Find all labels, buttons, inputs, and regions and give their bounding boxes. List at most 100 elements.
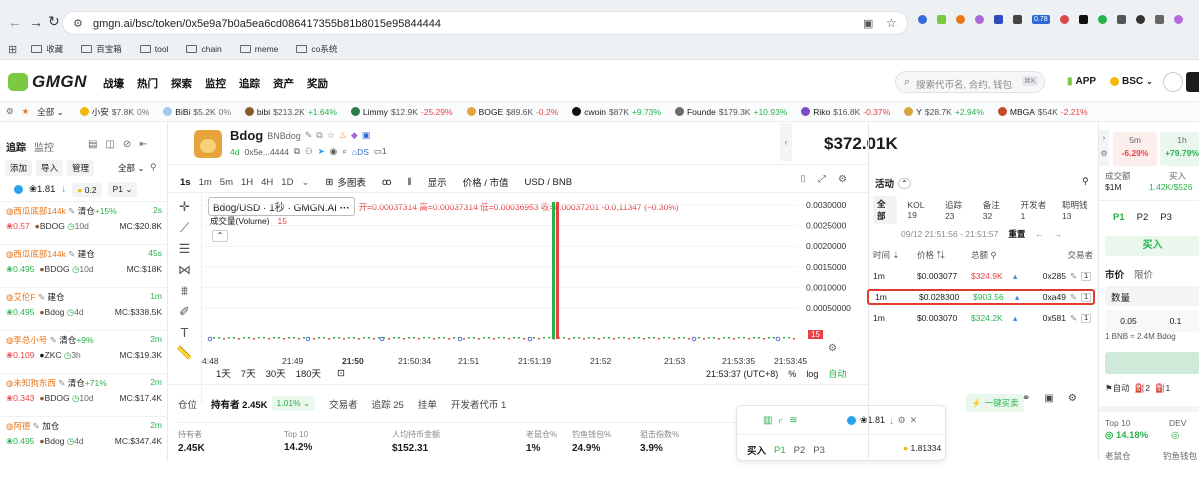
tab-holders[interactable]: 持有者 2.45K <box>211 397 268 411</box>
nav-item[interactable]: 追踪 <box>239 76 260 91</box>
feed-token[interactable]: BDOG <box>45 393 70 403</box>
extension-icon[interactable] <box>1097 15 1107 24</box>
change-1h[interactable]: 1h +79.79% <box>1160 132 1199 166</box>
profile-avatar[interactable] <box>1173 15 1183 24</box>
ticker-filter[interactable]: 全部 ⌄ <box>37 106 64 118</box>
activity-tab[interactable]: 聪明钱 13 <box>1062 199 1098 221</box>
auto-setting[interactable]: ⚑自动 <box>1105 382 1130 394</box>
extension-icon[interactable] <box>1154 15 1164 24</box>
settings-icon[interactable]: ⚙ <box>6 106 14 117</box>
site-info-icon[interactable]: ⚙ <box>73 17 83 30</box>
preset-p1[interactable]: P1 <box>1113 212 1125 223</box>
reload-icon[interactable]: ↻ <box>48 13 60 30</box>
price-mcap-toggle[interactable]: 价格 / 市值 <box>463 175 509 189</box>
trade-marker[interactable] <box>207 336 213 342</box>
trade-marker[interactable] <box>379 336 385 342</box>
ticker-item[interactable]: Y $28.7K +2.94% <box>904 107 984 117</box>
token-avatar[interactable] <box>194 130 222 158</box>
arrow-left-icon[interactable]: ← <box>1035 229 1044 239</box>
token-address[interactable]: 0x5e...4444 <box>244 147 288 157</box>
chevron-down-icon[interactable]: ⌄ <box>301 177 309 188</box>
collapse-icon[interactable]: ⇤ <box>139 139 147 150</box>
buy-tab[interactable]: 买入 <box>1105 236 1199 256</box>
feed-item[interactable]: ◍西瓜底部144k ✎ 清仓+15% 2s ❀0.57 ●BDOG ◷10d MC:$2… <box>0 201 168 244</box>
feed-token[interactable]: BDOG <box>45 264 70 274</box>
holders-icon[interactable]: ▭1 <box>374 146 387 157</box>
market-tab[interactable]: 市价 <box>1105 267 1124 281</box>
col-price[interactable]: 价格 ⇅ <box>917 249 971 261</box>
ticker-item[interactable]: Founde $179.3K +10.93% <box>674 107 787 117</box>
address-bar[interactable]: ⚙ gmgn.ai/bsc/token/0x5e9a7b0a5ea6cd0864… <box>62 11 908 35</box>
chart-icon[interactable]: ▥ <box>763 415 772 426</box>
ticker-item[interactable]: bibi $213.2K +1.64% <box>244 107 337 117</box>
extension-icon[interactable] <box>937 15 946 24</box>
change-5m[interactable]: 5m -6.29% <box>1113 132 1157 166</box>
edit-icon[interactable]: ✎ <box>1070 313 1077 324</box>
activity-tab[interactable]: KOL 19 <box>907 200 935 220</box>
activity-tab[interactable]: 追踪 23 <box>945 199 973 221</box>
feed-token[interactable]: Bdog <box>45 307 65 317</box>
copy-icon[interactable]: ⧉ <box>316 130 322 141</box>
edit-icon[interactable]: ✎ <box>1070 271 1077 282</box>
tab-orders[interactable]: 挂单 <box>418 397 437 411</box>
settings-icon[interactable]: ⚙ <box>828 343 837 354</box>
logo[interactable]: GMGN <box>8 72 87 92</box>
edit-icon[interactable]: ✎ <box>47 335 59 345</box>
app-button[interactable]: ▮ APP <box>1067 76 1096 87</box>
feed-item[interactable]: ◍李总小号 ✎ 清仓+9% 2m ❀0.109 ●ZKC ◷3h MC:$19.3K <box>0 330 168 373</box>
extension-icon[interactable] <box>1013 15 1022 24</box>
tab-dev-tokens[interactable]: 开发者代币 1 <box>451 397 506 411</box>
chain-selector[interactable]: BSC ⌄ <box>1110 76 1153 87</box>
bookmark-folder[interactable]: meme <box>239 44 278 54</box>
filter-icon[interactable]: ⚲ <box>150 162 157 173</box>
fee-icon[interactable]: ⛽1 <box>1155 383 1170 394</box>
calendar-icon[interactable]: ⊡ <box>337 368 345 379</box>
interval-1d[interactable]: 1D <box>281 177 293 188</box>
expand-right-icon[interactable]: › ⚙ <box>1099 130 1109 166</box>
qty-preset[interactable]: 0.05 <box>1105 316 1152 326</box>
trade-marker[interactable] <box>457 336 463 342</box>
extension-icon[interactable] <box>1116 15 1126 24</box>
preset-p2[interactable]: P2 <box>1137 212 1149 223</box>
preset-p1[interactable]: P1 <box>774 445 786 456</box>
auto-toggle[interactable]: 自动 <box>828 367 846 380</box>
back-icon[interactable]: ← <box>8 14 22 30</box>
interval-1s[interactable]: 1s <box>180 177 191 188</box>
col-amount[interactable]: 总额 ⚲ <box>971 249 1031 261</box>
preset-p2[interactable]: P2 <box>794 445 806 456</box>
dexscreener-icon[interactable]: ⌂DS <box>352 147 369 157</box>
col-time[interactable]: 时间 ⇣ <box>873 249 917 261</box>
activity-row[interactable]: 1m $0.003077 $324.9K ▴ 0x285 ✎ 1 <box>873 268 1093 284</box>
wallet-name[interactable]: 西瓜底部144k <box>13 249 65 259</box>
indicator-icon[interactable]: ꝏ <box>382 177 392 188</box>
extension-badge[interactable]: 0.78 <box>1032 15 1050 24</box>
telegram-icon[interactable] <box>14 185 23 194</box>
feed-item[interactable]: ◍未知狗东西 ✎ 清仓+71% 2m ❀0.343 ●BDOG ◷10d MC:$17.… <box>0 373 168 416</box>
manage-button[interactable]: 管理 <box>67 160 95 176</box>
extension-icon[interactable] <box>975 15 984 24</box>
star-icon[interactable]: ★ <box>22 106 30 117</box>
filter-dropdown[interactable]: 全部 ⌄ <box>118 162 145 174</box>
expand-left-icon[interactable]: ‹ <box>780 123 792 161</box>
feed-item[interactable]: ◍阿德 ✎ 加仓 2m ❀0.495 ●Bdog ◷4d MC:$347.4K <box>0 416 168 459</box>
ticker-item[interactable]: MBGA $54K -2.21% <box>997 107 1088 117</box>
camera-icon[interactable]: ⌷ <box>800 174 806 185</box>
interval-1h[interactable]: 1H <box>241 177 253 188</box>
range-30d[interactable]: 30天 <box>266 366 286 380</box>
trader-address[interactable]: 0x285 <box>1043 271 1066 281</box>
range-1d[interactable]: 1天 <box>216 366 231 380</box>
measure-icon[interactable]: ⩩ <box>168 283 201 299</box>
display-dropdown[interactable]: 显示 <box>428 175 447 189</box>
bookmark-star-icon[interactable]: ☆ <box>886 16 897 30</box>
activity-row[interactable]: 1m $0.028300 $903.56 ▴ 0xa49 ✎ 1 <box>867 289 1095 305</box>
ticker-item[interactable]: 小安 $7.8K 0% <box>79 106 149 118</box>
ticker-item[interactable]: Limmy $12.9K -25.29% <box>350 107 453 117</box>
ticker-item[interactable]: cwoin $87K +9.73% <box>572 107 661 117</box>
preset-selector[interactable]: P1 ⌄ <box>107 182 138 197</box>
wallet-name[interactable]: 李总小号 <box>13 335 47 345</box>
feed-token[interactable]: ZKC <box>45 350 62 360</box>
telegram-icon[interactable] <box>847 416 856 425</box>
arrow-right-icon[interactable]: → <box>1054 229 1063 239</box>
feed-item[interactable]: ◍西瓜底部144k ✎ 建仓 45s ❀0.495 ●BDOG ◷10d MC:$18K <box>0 244 168 287</box>
trade-marker[interactable] <box>305 336 311 342</box>
